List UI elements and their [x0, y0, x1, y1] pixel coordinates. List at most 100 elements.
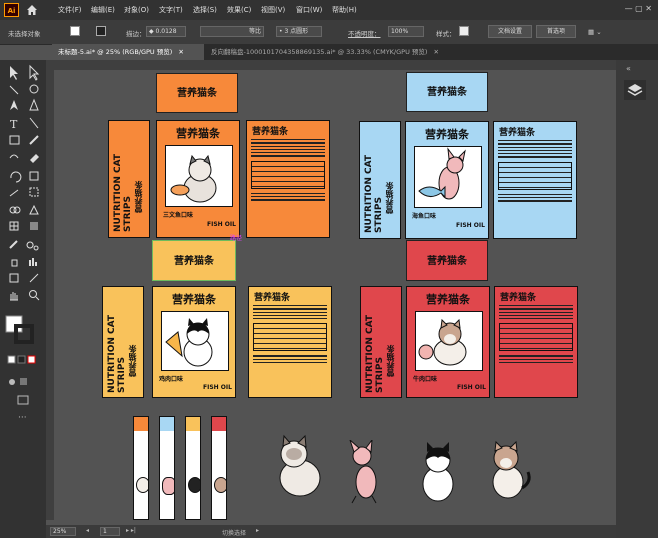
nutrition-table: [253, 323, 327, 352]
type-icon: T: [10, 118, 18, 131]
tag-red[interactable]: 营养猫条: [406, 240, 488, 281]
tab-label: 未标题-5.ai* @ 25% (RGB/GPU 预览): [58, 48, 173, 56]
fill-swatch[interactable]: [70, 26, 80, 36]
zoom-field[interactable]: 25%: [50, 527, 76, 536]
brush-definition[interactable]: • 3 点圆形: [276, 26, 322, 37]
menu-view[interactable]: 视图(V): [261, 5, 285, 15]
home-icon[interactable]: [26, 4, 38, 16]
side-brand-cn: 营养猫条: [128, 345, 137, 377]
front-brand: 营养猫条: [426, 293, 470, 306]
cat-illustration: [170, 154, 217, 203]
artboard-number-field[interactable]: 1: [100, 527, 120, 536]
panel-blue-front[interactable]: 营养猫条 海鱼口味 FISH OIL: [405, 121, 489, 239]
app-logo: Ai: [4, 3, 19, 17]
tag-orange[interactable]: 营养猫条: [156, 73, 238, 113]
menu-edit[interactable]: 编辑(E): [91, 5, 115, 15]
width-icon: [9, 189, 19, 197]
panel-yellow-front[interactable]: 营养猫条 鸡肉口味 FISH OIL: [152, 286, 236, 398]
menu-bar: Ai 文件(F) 编辑(E) 对象(O) 文字(T) 选择(S) 效果(C) 视…: [0, 0, 658, 20]
close-icon[interactable]: ✕: [178, 48, 183, 56]
panel-blue-side[interactable]: NUTRITION CAT STRIPS 营养猫条: [359, 121, 401, 239]
front-brand: 营养猫条: [425, 128, 469, 141]
menu-file[interactable]: 文件(F): [58, 5, 82, 15]
side-brand-cn: 营养猫条: [386, 345, 395, 377]
artboard-number: 1: [103, 528, 107, 535]
preferences-button[interactable]: 首选项: [536, 25, 576, 38]
side-brand-sub: NUTRITION CAT STRIPS: [364, 154, 384, 233]
panel-red-side[interactable]: NUTRITION CAT STRIPS 营养猫条: [360, 286, 402, 398]
rotate-icon: [10, 171, 22, 183]
info-brand: 营养猫条: [499, 128, 536, 138]
svg-text:···: ···: [18, 413, 27, 423]
flavor-label: 鸡肉口味: [159, 376, 184, 383]
profile-value: 等比: [248, 28, 261, 35]
opacity-field[interactable]: 100%: [388, 26, 424, 37]
menu-select[interactable]: 选择(S): [193, 5, 217, 15]
front-brand: 营养猫条: [172, 293, 216, 306]
style-label: 样式：: [436, 30, 456, 38]
eraser-icon: [30, 154, 39, 163]
info-brand: 营养猫条: [500, 293, 537, 303]
arrange-icon[interactable]: ▦ ⌄: [588, 28, 602, 36]
front-brand: 营养猫条: [176, 127, 220, 140]
stroke-weight-value: 0.0128: [155, 28, 177, 35]
tab-reverse-draft[interactable]: 反向翻稿盘-100010170435886913​5.ai* @ 33.33% …: [205, 44, 505, 60]
variable-width-profile[interactable]: 等比: [200, 26, 264, 37]
cat-illustration: [418, 147, 466, 200]
perspective-icon: [29, 204, 39, 215]
prev-artboard-icon[interactable]: ◂: [86, 527, 89, 534]
strip-yellow[interactable]: [185, 416, 201, 520]
menu-type[interactable]: 文字(T): [159, 5, 183, 15]
window-controls[interactable]: — ▢ ✕: [625, 4, 652, 13]
close-icon[interactable]: ✕: [434, 48, 439, 56]
nutrition-table: [498, 161, 572, 190]
collapse-icon[interactable]: «: [626, 64, 631, 73]
brush-value: 3 点圆形: [284, 28, 309, 35]
pen-icon: [10, 100, 18, 110]
layers-panel-icon[interactable]: [624, 80, 646, 100]
cat-sphynx-illustration[interactable]: [342, 440, 388, 504]
tab-untitled-5[interactable]: 未标题-5.ai* @ 25% (RGB/GPU 预览) ✕: [52, 44, 204, 60]
panel-yellow-side[interactable]: NUTRITION CAT STRIPS 营养猫条: [102, 286, 144, 398]
tag-yellow[interactable]: 营养猫条: [152, 240, 236, 281]
panel-red-info[interactable]: 营养猫条: [494, 286, 578, 398]
status-arrow-icon[interactable]: ▸: [256, 527, 259, 534]
graphic-style-swatch[interactable]: [459, 26, 469, 36]
document-tabs: 未标题-5.ai* @ 25% (RGB/GPU 预览) ✕ 反向翻稿盘-100…: [52, 44, 658, 60]
canvas[interactable]: 营养猫条 NUTRITION CAT STRIPS 营养猫条 营养猫条 三文鱼口…: [56, 70, 616, 525]
document-setup-button[interactable]: 文档设置: [488, 25, 532, 38]
opacity-label[interactable]: 不透明度：: [348, 28, 381, 38]
strip-orange[interactable]: [133, 416, 149, 520]
menu-window[interactable]: 窗口(W): [296, 5, 322, 15]
cat-ragdoll-illustration[interactable]: [270, 432, 326, 502]
tag-brand: 营养猫条: [177, 88, 217, 99]
zoom-value: 25%: [53, 528, 67, 535]
menu-help[interactable]: 帮助(H): [332, 5, 357, 15]
nutrition-table: [251, 160, 325, 189]
tool-icons: T ···: [5, 64, 40, 423]
panel-orange-front[interactable]: 营养猫条 三文鱼口味 FISH OIL: [156, 120, 240, 238]
strip-red[interactable]: [211, 416, 227, 520]
side-brand-cn: 营养猫条: [134, 181, 143, 213]
panel-red-front[interactable]: 营养猫条 牛肉口味 FISH OIL: [406, 286, 490, 398]
cat-exotic-illustration[interactable]: [484, 438, 534, 502]
eyedropper-icon: [9, 240, 18, 249]
strip-blue[interactable]: [159, 416, 175, 520]
stroke-label: 描边：: [126, 30, 146, 38]
panel-orange-side[interactable]: NUTRITION CAT STRIPS 营养猫条: [108, 120, 150, 238]
panel-yellow-info[interactable]: 营养猫条: [248, 286, 332, 398]
stroke-weight-field[interactable]: ◆ 0.0128: [146, 26, 186, 37]
panel-orange-info[interactable]: 营养猫条: [246, 120, 330, 238]
front-window: [165, 145, 233, 207]
panel-blue-info[interactable]: 营养猫条: [493, 121, 577, 239]
menu-effect[interactable]: 效果(C): [227, 5, 251, 15]
side-brand-sub: NUTRITION CAT STRIPS: [365, 314, 385, 393]
tag-blue[interactable]: 营养猫条: [406, 72, 488, 112]
stroke-swatch[interactable]: [96, 26, 106, 36]
next-artboard-icon[interactable]: ▸ ▸|: [126, 527, 136, 534]
magic-wand-icon: [9, 85, 19, 95]
selection-status: 未选择对象: [8, 30, 41, 38]
tag-brand: 营养猫条: [427, 256, 467, 267]
cat-tuxedo-illustration[interactable]: [414, 440, 462, 504]
menu-object[interactable]: 对象(O): [124, 5, 149, 15]
